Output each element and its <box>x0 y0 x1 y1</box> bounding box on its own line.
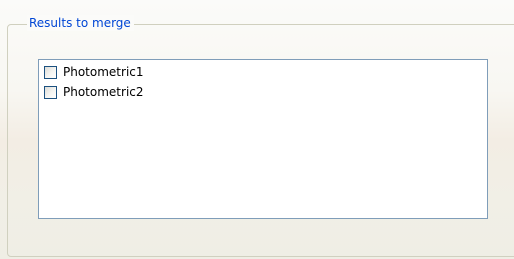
list-item-label: Photometric2 <box>63 85 144 99</box>
list-item-label: Photometric1 <box>63 65 144 79</box>
list-item-photometric1[interactable]: Photometric1 <box>39 62 487 82</box>
groupbox-title: Results to merge <box>27 15 134 31</box>
list-item-photometric2[interactable]: Photometric2 <box>39 82 487 102</box>
checkbox-photometric1[interactable] <box>44 65 57 79</box>
checkbox-photometric2[interactable] <box>44 85 57 99</box>
results-checklist[interactable]: Photometric1 Photometric2 <box>38 59 488 219</box>
